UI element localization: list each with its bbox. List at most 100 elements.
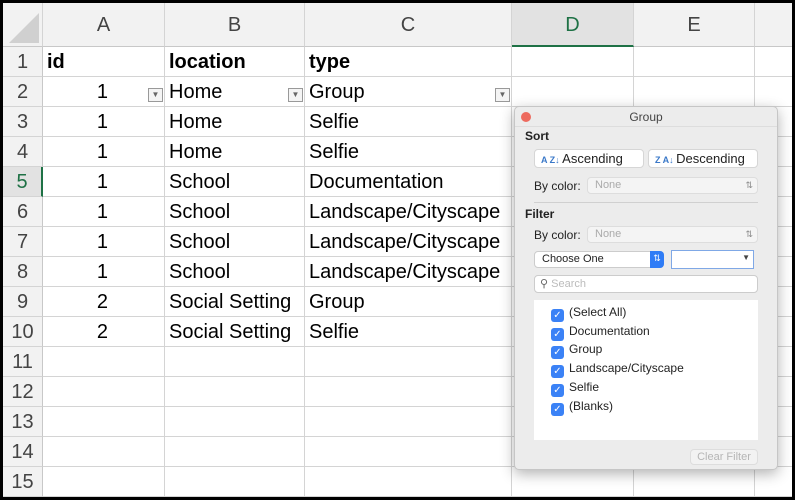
row-header[interactable]: 14 xyxy=(3,437,43,467)
table-cell[interactable]: Social Setting xyxy=(165,317,305,347)
table-cell[interactable]: Documentation xyxy=(305,167,512,197)
row-header[interactable]: 1 xyxy=(3,47,43,77)
filter-button-id[interactable]: ▼ xyxy=(148,88,163,102)
descending-label: Descending xyxy=(676,151,745,166)
table-cell[interactable]: Group xyxy=(305,77,512,107)
filter-value-checkbox[interactable]: ✓ (Blanks) xyxy=(551,399,613,416)
table-cell[interactable]: School xyxy=(165,257,305,287)
filter-button-type[interactable]: ▼ xyxy=(495,88,510,102)
sort-by-color-select[interactable]: None ⇅ xyxy=(587,177,758,194)
table-cell[interactable]: 2 xyxy=(43,317,165,347)
empty-cell[interactable] xyxy=(165,467,305,497)
filter-value-label: (Select All) xyxy=(569,305,627,319)
row-header[interactable]: 2 xyxy=(3,77,43,107)
table-cell[interactable]: School xyxy=(165,227,305,257)
empty-cell[interactable] xyxy=(305,467,512,497)
table-cell[interactable]: Social Setting xyxy=(165,287,305,317)
empty-cell[interactable] xyxy=(165,407,305,437)
table-cell[interactable]: Landscape/Cityscape xyxy=(305,227,512,257)
column-title-cell[interactable]: id xyxy=(43,47,165,77)
table-cell[interactable]: Home xyxy=(165,137,305,167)
updown-icon: ⇅ xyxy=(650,251,664,268)
empty-cell[interactable] xyxy=(165,377,305,407)
filter-button-location[interactable]: ▼ xyxy=(288,88,303,102)
empty-cell[interactable] xyxy=(43,467,165,497)
sort-descending-button[interactable]: Z A↓ Descending xyxy=(648,149,758,168)
close-button[interactable] xyxy=(521,112,531,122)
empty-cell[interactable] xyxy=(305,377,512,407)
column-header[interactable]: D xyxy=(512,3,634,47)
table-cell[interactable]: Home xyxy=(165,107,305,137)
dropdown-arrow-icon: ▼ xyxy=(742,253,750,262)
select-all-corner[interactable] xyxy=(3,3,43,47)
row-header[interactable]: 7 xyxy=(3,227,43,257)
empty-cell[interactable] xyxy=(755,467,792,497)
row-header[interactable]: 4 xyxy=(3,137,43,167)
empty-cell[interactable] xyxy=(755,77,792,107)
empty-cell[interactable] xyxy=(634,467,755,497)
row-header[interactable]: 3 xyxy=(3,107,43,137)
column-title-cell[interactable]: type xyxy=(305,47,512,77)
column-header[interactable]: E xyxy=(634,3,755,47)
column-title-cell[interactable]: location xyxy=(165,47,305,77)
table-cell[interactable]: Selfie xyxy=(305,317,512,347)
filter-value-checkbox[interactable]: ✓ Group xyxy=(551,342,602,360)
search-input[interactable]: ⚲ Search xyxy=(534,275,758,293)
filter-value-checkbox[interactable]: ✓ Landscape/Cityscape xyxy=(551,361,684,379)
clear-filter-button[interactable]: Clear Filter xyxy=(690,449,758,465)
table-cell[interactable]: Selfie xyxy=(305,137,512,167)
empty-cell[interactable] xyxy=(634,47,755,77)
table-cell[interactable]: 1 xyxy=(43,197,165,227)
row-header[interactable]: 13 xyxy=(3,407,43,437)
checkmark-icon: ✓ xyxy=(551,346,564,360)
table-cell[interactable]: Home xyxy=(165,77,305,107)
filter-value-checkbox[interactable]: ✓ Documentation xyxy=(551,324,650,341)
empty-cell[interactable] xyxy=(165,347,305,377)
sort-ascending-button[interactable]: A Z↓ Ascending xyxy=(534,149,644,168)
empty-cell[interactable] xyxy=(305,437,512,467)
table-cell[interactable]: 1 xyxy=(43,227,165,257)
empty-cell[interactable] xyxy=(512,47,634,77)
row-header[interactable]: 11 xyxy=(3,347,43,377)
row-header[interactable]: 9 xyxy=(3,287,43,317)
row-header[interactable]: 12 xyxy=(3,377,43,407)
table-cell[interactable]: 1 xyxy=(43,77,165,107)
row-header[interactable]: 8 xyxy=(3,257,43,287)
column-header[interactable]: B xyxy=(165,3,305,47)
table-cell[interactable]: Selfie xyxy=(305,107,512,137)
condition-value-combobox[interactable]: ▼ xyxy=(671,250,754,269)
empty-cell[interactable] xyxy=(305,347,512,377)
table-cell[interactable]: School xyxy=(165,167,305,197)
filter-value-checkbox[interactable]: ✓ Selfie xyxy=(551,380,599,397)
column-header[interactable] xyxy=(755,3,792,47)
table-cell[interactable]: Group xyxy=(305,287,512,317)
empty-cell[interactable] xyxy=(43,437,165,467)
table-cell[interactable]: 1 xyxy=(43,137,165,167)
condition-select[interactable]: Choose One ⇅ xyxy=(534,251,664,268)
empty-cell[interactable] xyxy=(43,377,165,407)
column-header[interactable]: C xyxy=(305,3,512,47)
empty-cell[interactable] xyxy=(634,77,755,107)
search-placeholder: Search xyxy=(551,278,586,290)
row-header[interactable]: 5 xyxy=(3,167,43,197)
filter-by-color-select[interactable]: None ⇅ xyxy=(587,226,758,243)
empty-cell[interactable] xyxy=(512,467,634,497)
empty-cell[interactable] xyxy=(305,407,512,437)
empty-cell[interactable] xyxy=(43,347,165,377)
empty-cell[interactable] xyxy=(512,77,634,107)
table-cell[interactable]: Landscape/Cityscape xyxy=(305,197,512,227)
empty-cell[interactable] xyxy=(43,407,165,437)
table-cell[interactable]: 1 xyxy=(43,167,165,197)
table-cell[interactable]: Landscape/Cityscape xyxy=(305,257,512,287)
table-cell[interactable]: School xyxy=(165,197,305,227)
row-header[interactable]: 15 xyxy=(3,467,43,497)
empty-cell[interactable] xyxy=(755,47,792,77)
table-cell[interactable]: 2 xyxy=(43,287,165,317)
row-header[interactable]: 10 xyxy=(3,317,43,347)
table-cell[interactable]: 1 xyxy=(43,107,165,137)
row-header[interactable]: 6 xyxy=(3,197,43,227)
table-cell[interactable]: 1 xyxy=(43,257,165,287)
filter-value-checkbox[interactable]: ✓ (Select All) xyxy=(551,305,626,322)
empty-cell[interactable] xyxy=(165,437,305,467)
column-header[interactable]: A xyxy=(43,3,165,47)
